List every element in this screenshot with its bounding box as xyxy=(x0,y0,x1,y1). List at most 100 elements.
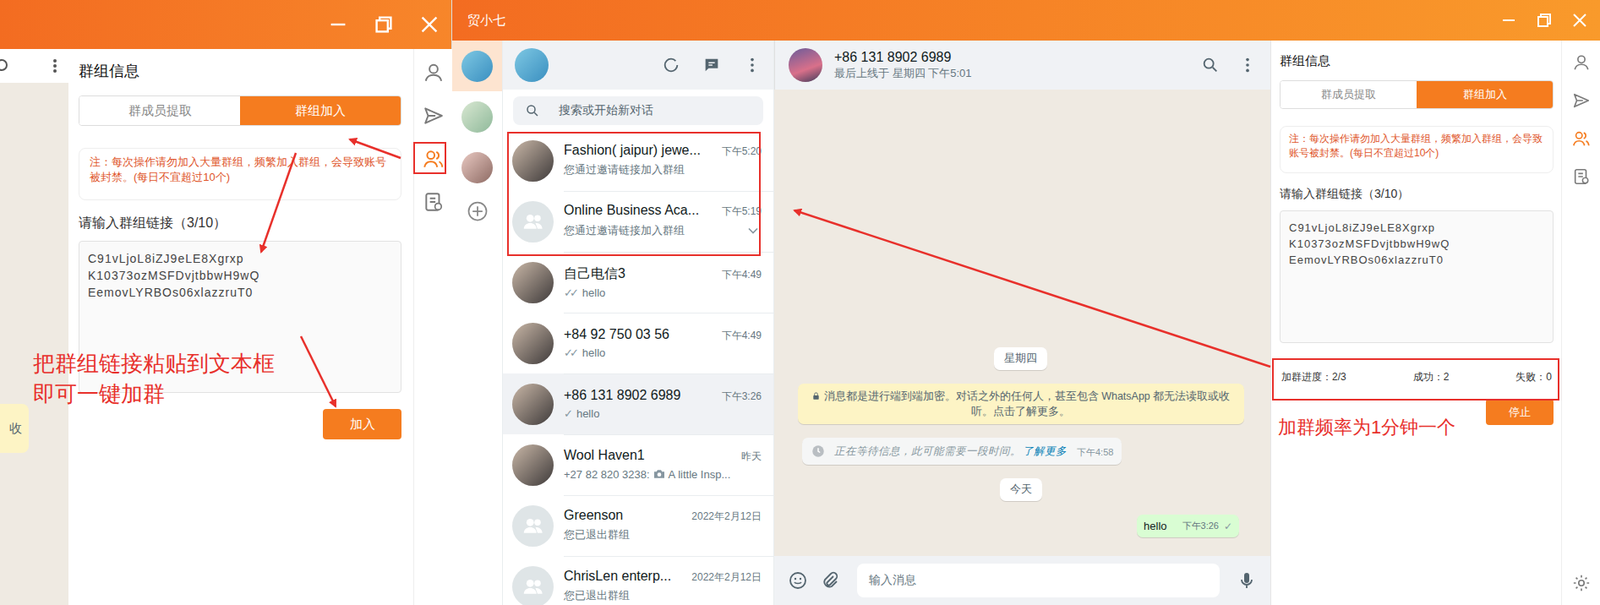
tab[interactable]: 群成员提取 xyxy=(1280,81,1417,109)
group-panel: 群组信息群成员提取群组加入注：每次操作请勿加入大量群组，频繁加入群组，会导致账号… xyxy=(1270,40,1562,605)
emoji-icon[interactable] xyxy=(787,570,809,591)
close-icon[interactable] xyxy=(419,14,440,35)
last-seen: 最后上线于 星期四 下午5:01 xyxy=(834,65,1190,82)
chat-row[interactable]: 自己电信3 下午4:49 ✓✓ hello xyxy=(502,251,774,313)
chat-name: Online Business Aca... xyxy=(563,202,699,219)
close-icon[interactable] xyxy=(1571,11,1589,29)
account-item[interactable] xyxy=(452,40,503,92)
conversation-header: +86 131 8902 6989最后上线于 星期四 下午5:01 xyxy=(774,40,1271,90)
chevron-down-icon[interactable] xyxy=(744,222,762,240)
chat-row[interactable]: +86 131 8902 6989下午3:26✓hello xyxy=(502,373,774,435)
status-icon[interactable] xyxy=(661,55,681,75)
my-avatar[interactable] xyxy=(514,48,549,82)
join-progress: 加群进度：2/3成功：2失败：0 xyxy=(1279,358,1554,396)
side-button[interactable] xyxy=(1566,47,1597,78)
chat-time: 下午5:19 xyxy=(721,204,762,219)
chat-name: Greenson xyxy=(563,507,623,524)
chat-row[interactable]: Greenson2022年2月12日您已退出群组 xyxy=(502,495,774,557)
add-account-button[interactable] xyxy=(465,199,490,224)
composer: 输入消息 xyxy=(774,556,1271,605)
minimize-icon[interactable] xyxy=(1500,11,1518,29)
chat-row[interactable]: Online Business Aca...下午5:19您通过邀请链接加入群组 xyxy=(502,191,774,252)
document-icon xyxy=(1572,167,1591,186)
account-item[interactable] xyxy=(452,91,503,142)
chat-avatar xyxy=(512,444,554,487)
success-count: 成功：2 xyxy=(1413,370,1450,385)
settings-button[interactable] xyxy=(1566,567,1597,599)
tabs: 群成员提取群组加入 xyxy=(78,95,402,126)
warning-note: 注：每次操作请勿加入大量群组，频繁加入群组，会导致账号被封禁。(每日不宜超过10… xyxy=(78,147,402,201)
new-chat-icon[interactable] xyxy=(702,55,721,75)
chat-name: 自己电信3 xyxy=(563,265,626,284)
attach-icon[interactable] xyxy=(819,570,841,591)
chat-preview: 您已退出群组 xyxy=(563,527,630,543)
tab[interactable]: 群组加入 xyxy=(1416,81,1553,109)
chat-name: +84 92 750 03 56 xyxy=(563,327,670,343)
search-icon xyxy=(524,103,541,119)
crop-title-bar xyxy=(0,0,452,50)
account-avatar xyxy=(461,50,493,82)
chat-list: 搜索或开始新对话 Fashion( jaipur) jewe...下午5:20您通… xyxy=(502,40,775,605)
side-button[interactable] xyxy=(418,186,449,218)
learn-more-link[interactable]: 了解更多 xyxy=(1022,444,1067,459)
stop-button[interactable]: 停止 xyxy=(1485,398,1554,426)
join-button[interactable]: 加入 xyxy=(322,409,402,440)
contact-name: +86 131 8902 6989 xyxy=(834,49,1190,66)
person-icon xyxy=(1572,53,1591,72)
account-avatar xyxy=(461,101,493,133)
chat-avatar xyxy=(512,505,554,547)
minimize-icon[interactable] xyxy=(327,14,349,35)
chat-row[interactable]: Fashion( jaipur) jewe...下午5:20您通过邀请链接加入群… xyxy=(502,130,774,192)
message-area: 星期四消息都是进行端到端加密。对话之外的任何人，甚至包含 WhatsApp 都无… xyxy=(774,89,1271,557)
window-title: 贸小七 xyxy=(452,12,506,29)
send-icon xyxy=(1572,91,1591,110)
chat-time: 下午4:49 xyxy=(721,267,762,283)
chat-preview: hello xyxy=(582,286,606,300)
group-icon xyxy=(422,147,445,170)
gear-icon xyxy=(1572,573,1591,593)
restore-icon[interactable] xyxy=(373,14,394,35)
delivery-ticks: ✓✓ xyxy=(563,286,576,300)
chat-preview: +27 82 820 3238: xyxy=(563,468,650,481)
tab[interactable]: 群成员提取 xyxy=(79,96,241,126)
link-textarea[interactable]: C91vLjoL8iZJ9eLE8XgrxpK10373ozMSFDvjtbbw… xyxy=(1279,210,1554,344)
search-field[interactable]: 搜索或开始新对话 xyxy=(513,96,764,126)
encryption-notice[interactable]: 消息都是进行端到端加密。对话之外的任何人，甚至包含 WhatsApp 都无法读取… xyxy=(797,383,1245,425)
contact-avatar[interactable] xyxy=(788,48,823,82)
microphone-icon[interactable] xyxy=(1236,570,1257,591)
account-column xyxy=(452,40,503,605)
message-input[interactable]: 输入消息 xyxy=(857,563,1220,598)
chat-row[interactable]: +84 92 750 03 56下午4:49✓✓hello xyxy=(502,312,774,374)
chat-preview: 您通过邀请链接加入群组 xyxy=(563,162,685,178)
group-panel: 群组信息群成员提取群组加入注：每次操作请勿加入大量群组，频繁加入群组，会导致账号… xyxy=(68,49,414,605)
date-chip: 星期四 xyxy=(993,347,1048,371)
restore-icon[interactable] xyxy=(1535,11,1553,29)
chat-preview: hello xyxy=(576,407,600,421)
chat-strip: 收 xyxy=(0,49,69,605)
side-button[interactable] xyxy=(1566,85,1597,116)
side-button[interactable] xyxy=(418,100,449,132)
side-button[interactable] xyxy=(1566,123,1597,154)
chat-preview: 您已退出群组 xyxy=(563,588,630,604)
chat-name: Wool Haven1 xyxy=(563,447,645,464)
search-icon[interactable] xyxy=(0,57,17,75)
delivery-ticks: ✓ xyxy=(563,407,570,421)
tab[interactable]: 群组加入 xyxy=(240,96,401,126)
side-toolbar xyxy=(413,49,453,605)
more-icon[interactable] xyxy=(46,57,64,75)
search-icon[interactable] xyxy=(1201,55,1220,75)
chat-time: 昨天 xyxy=(741,449,762,465)
more-icon[interactable] xyxy=(742,55,762,75)
chat-row[interactable]: ChrisLen enterp...2022年2月12日您已退出群组 xyxy=(502,556,774,605)
screen: 收群组信息群成员提取群组加入注：每次操作请勿加入大量群组，频繁加入群组，会导致账… xyxy=(0,0,1600,605)
more-icon[interactable] xyxy=(1238,55,1257,75)
side-button[interactable] xyxy=(418,143,449,175)
account-avatar xyxy=(461,152,493,184)
highlight-box xyxy=(1272,358,1560,401)
account-item[interactable] xyxy=(452,141,503,193)
side-button[interactable] xyxy=(1566,161,1597,192)
side-button[interactable] xyxy=(418,57,449,88)
chat-avatar xyxy=(512,140,554,182)
chat-avatar xyxy=(512,262,554,304)
chat-row[interactable]: Wool Haven1昨天+27 82 820 3238:A little In… xyxy=(502,434,774,496)
